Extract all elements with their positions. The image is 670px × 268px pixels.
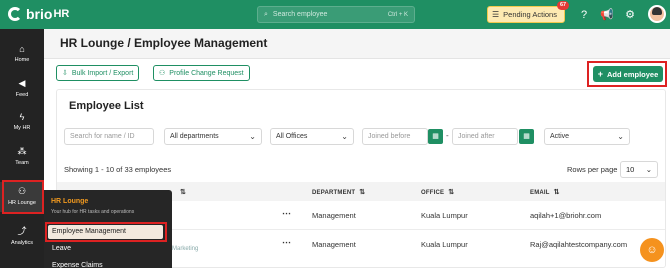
checklist-icon: ☰ (492, 10, 500, 19)
search-shortcut: Ctrl + K (387, 11, 408, 18)
sort-icon: ⇅ (553, 189, 560, 196)
gear-icon[interactable]: ⚙ (623, 8, 637, 22)
sort-icon: ⇅ (180, 189, 187, 196)
joined-after-placeholder: Joined after (458, 133, 495, 140)
brio-logo[interactable]: brio HR (8, 6, 69, 22)
joined-before-placeholder: Joined before (368, 133, 411, 140)
chevron-down-icon: ⌄ (341, 132, 348, 141)
logo-suffix: HR (53, 8, 70, 20)
announcement-icon[interactable]: 📢 (600, 8, 614, 22)
pending-actions-label: Pending Actions (503, 10, 557, 19)
row-menu-icon[interactable]: ⋯ (282, 208, 291, 219)
flyout-subtitle: Your hub for HR tasks and operations (51, 209, 135, 215)
office-column-header[interactable]: OFFICE ⇅ (421, 188, 454, 196)
lightning-icon: ϟ (19, 112, 25, 122)
row-email: Raj@aqilahtestcompany.com (530, 240, 628, 249)
highlight-box (587, 61, 667, 87)
analytics-icon: ⤴ (17, 226, 27, 236)
date-range-separator: - (446, 131, 449, 140)
employee-list-title: Employee List (69, 100, 144, 112)
logo-text: brio (26, 6, 53, 22)
sidebar-item-team[interactable]: ⁂ Team (0, 142, 44, 172)
pending-count-badge: 67 (557, 1, 569, 10)
row-menu-icon[interactable]: ⋯ (282, 237, 291, 248)
rows-per-page-select[interactable]: 10 ⌄ (620, 161, 658, 178)
search-icon: ⌕ (264, 10, 268, 18)
joined-before-input[interactable]: Joined before (362, 128, 428, 145)
name-search-input[interactable]: Search for name / ID (64, 128, 154, 145)
bulk-import-export-button[interactable]: ⇩ Bulk Import / Export (56, 65, 140, 81)
highlight-box (2, 180, 44, 214)
column-label: EMAIL (530, 190, 550, 196)
search-input[interactable]: ⌕ Search employee Ctrl + K (257, 6, 415, 23)
download-icon: ⇩ (62, 70, 68, 77)
sidebar-item-label: My HR (13, 125, 31, 131)
department-select[interactable]: All departments ⌄ (164, 128, 262, 145)
person-icon: ☺ (646, 244, 658, 256)
sort-icon: ⇅ (359, 189, 366, 196)
showing-count: Showing 1 - 10 of 33 employees (64, 165, 172, 174)
calendar-icon[interactable]: ▦ (519, 129, 534, 144)
sidebar-item-label: Feed (15, 92, 29, 98)
people-icon: ⚇ (159, 70, 166, 77)
logo-mark-icon (8, 7, 22, 21)
page-header: HR Lounge / Employee Management (44, 29, 670, 59)
sidebar-item-analytics[interactable]: ⤴ Analytics (0, 220, 44, 250)
joined-after-input[interactable]: Joined after (452, 128, 518, 145)
row-email: aqilah+1@briohr.com (530, 211, 602, 220)
pending-actions-button[interactable]: ☰ Pending Actions (487, 6, 565, 23)
sort-icon: ⇅ (448, 189, 455, 196)
sidebar-item-label: Analytics (10, 240, 33, 246)
page-title: HR Lounge / Employee Management (60, 36, 268, 50)
row-subtext: Marketing (172, 246, 199, 252)
sidebar-item-my-hr[interactable]: ϟ My HR (0, 108, 44, 138)
status-select[interactable]: Active ⌄ (544, 128, 630, 145)
rows-per-page-value: 10 (626, 165, 635, 174)
profile-change-label: Profile Change Request (169, 69, 244, 77)
chevron-down-icon: ⌄ (249, 132, 256, 141)
rows-per-page-label: Rows per page (567, 165, 618, 174)
row-department: Management (312, 240, 356, 249)
user-avatar[interactable] (648, 5, 666, 23)
status-value: Active (550, 133, 570, 140)
chevron-down-icon: ⌄ (617, 132, 624, 141)
profile-change-request-button[interactable]: ⚇ Profile Change Request (153, 65, 250, 81)
row-department: Management (312, 211, 356, 220)
help-icon[interactable]: ? (577, 8, 591, 22)
name-search-placeholder: Search for name / ID (70, 133, 135, 140)
sidebar-item-label: Team (15, 160, 29, 166)
sidebar-item-label: Home (14, 57, 30, 63)
megaphone-icon: ◀ (18, 78, 26, 88)
office-value: All Offices (276, 133, 308, 140)
name-column-sort[interactable]: ⇅ (176, 188, 186, 196)
highlight-box (45, 222, 167, 242)
sidebar-item-home[interactable]: ⌂ Home (0, 40, 44, 70)
email-column-header[interactable]: EMAIL ⇅ (530, 188, 560, 196)
office-select[interactable]: All Offices ⌄ (270, 128, 354, 145)
column-label: DEPARTMENT (312, 190, 356, 196)
flyout-title: HR Lounge (51, 198, 89, 205)
department-value: All departments (170, 133, 219, 140)
home-icon: ⌂ (19, 44, 25, 54)
calendar-icon[interactable]: ▦ (428, 129, 443, 144)
column-label: OFFICE (421, 190, 445, 196)
chat-help-button[interactable]: ☺ (640, 238, 664, 262)
search-placeholder: Search employee (272, 11, 328, 18)
flyout-item-expense-claims[interactable]: Expense Claims (48, 259, 163, 268)
row-office: Kuala Lumpur (421, 240, 468, 249)
department-column-header[interactable]: DEPARTMENT ⇅ (312, 188, 365, 196)
chevron-down-icon: ⌄ (645, 165, 652, 174)
bulk-import-label: Bulk Import / Export (71, 69, 134, 77)
row-office: Kuala Lumpur (421, 211, 468, 220)
flyout-item-leave[interactable]: Leave (48, 242, 163, 256)
sidebar-item-feed[interactable]: ◀ Feed (0, 74, 44, 104)
team-icon: ⁂ (17, 146, 27, 156)
